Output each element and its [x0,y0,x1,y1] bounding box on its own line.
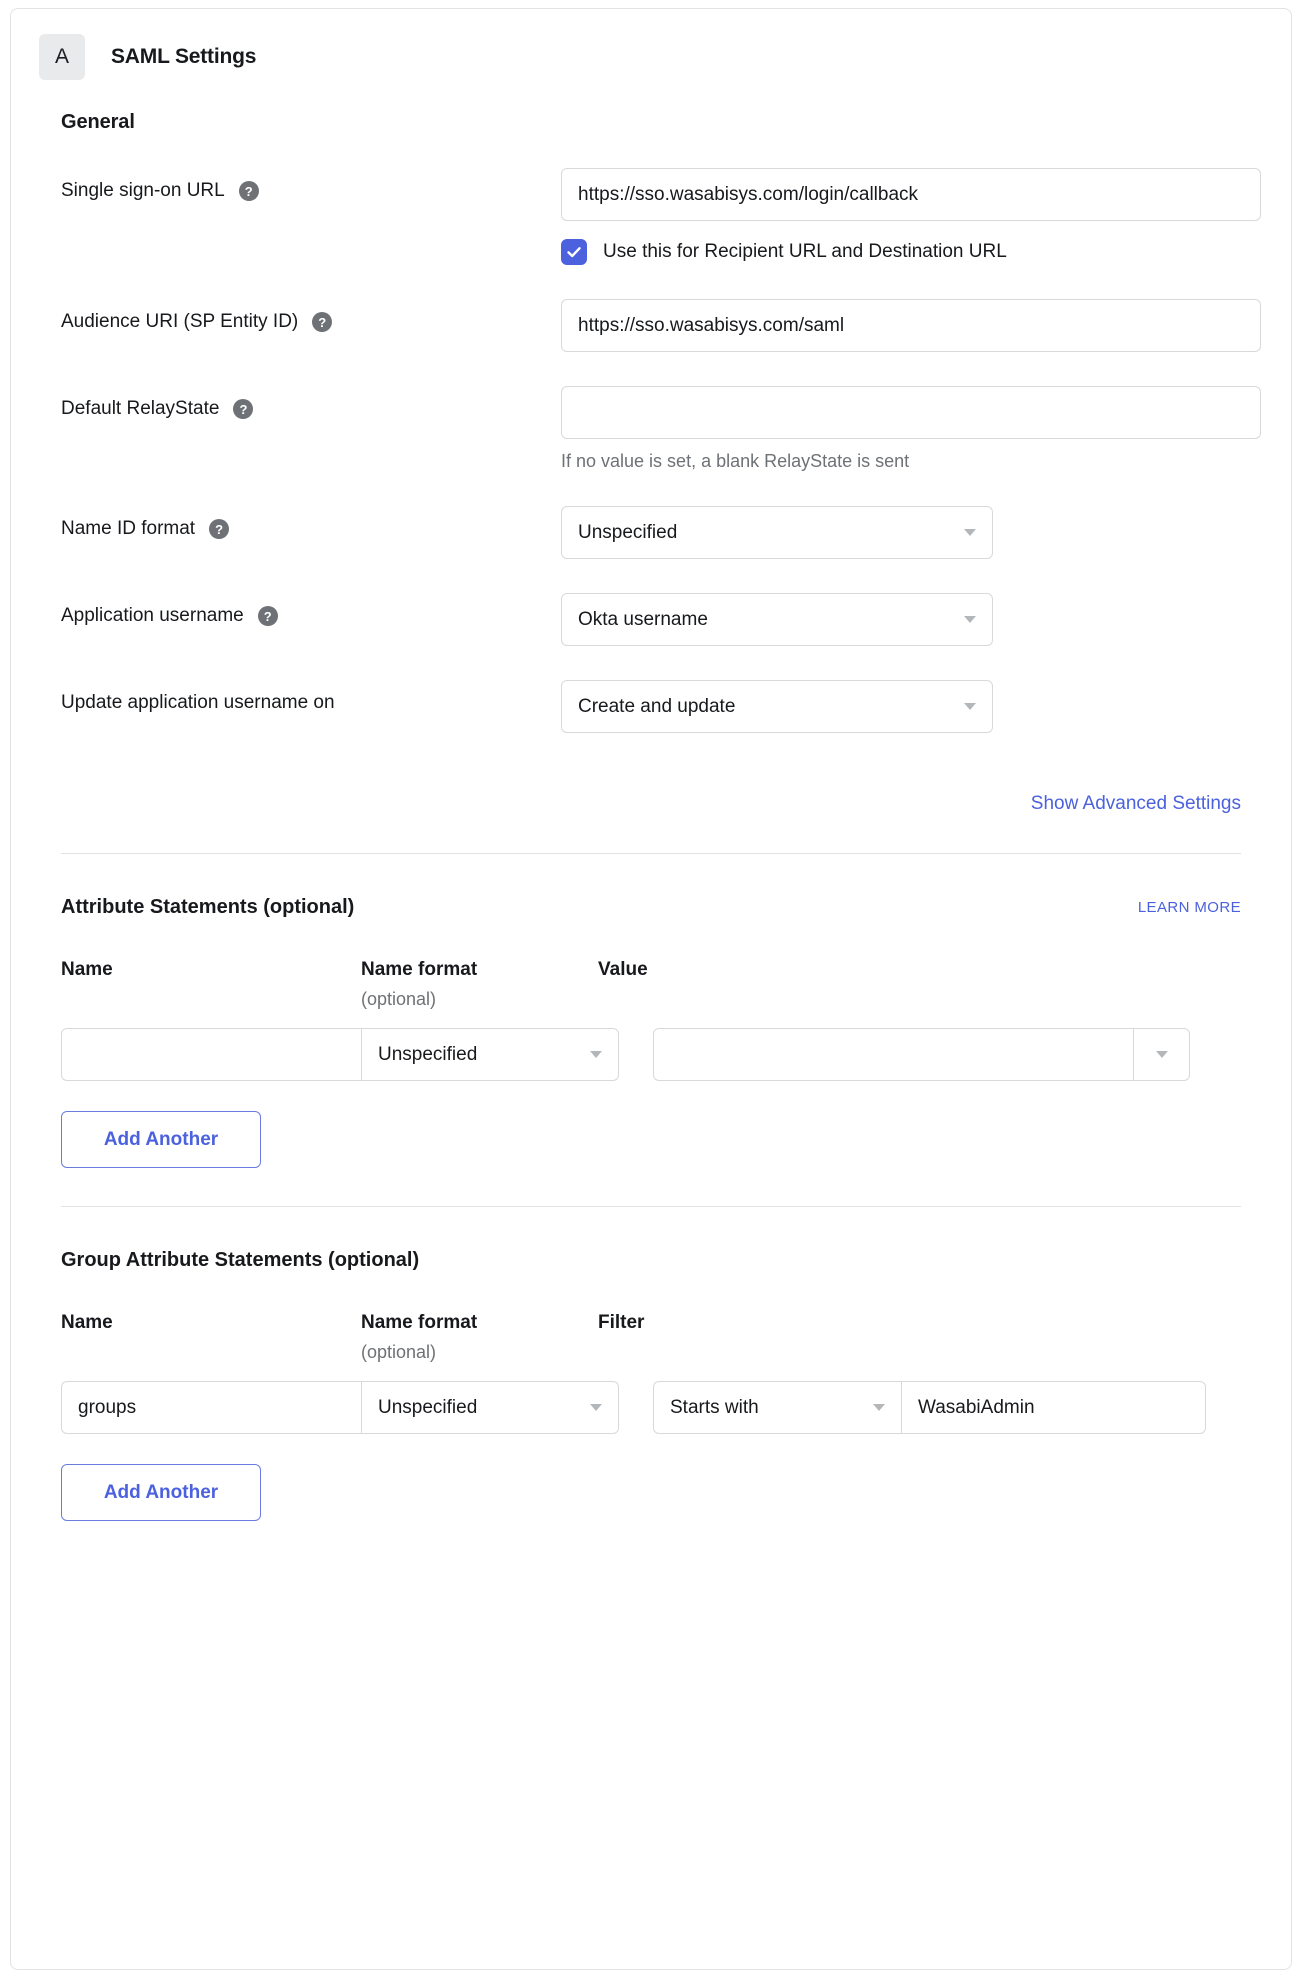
group-attribute-statement-row: Unspecified Starts with [61,1381,1241,1434]
name-id-format-control: Unspecified [561,506,1241,559]
audience-uri-label-group: Audience URI (SP Entity ID) ? [61,299,561,333]
application-username-label-group: Application username ? [61,593,561,627]
field-row-update-username-on: Update application username on Create an… [61,680,1241,733]
sso-url-label-group: Single sign-on URL ? [61,168,561,202]
group-filter-value-input[interactable] [901,1381,1206,1434]
application-username-control: Okta username [561,593,1241,646]
group-column-header-name: Name [61,1312,113,1333]
name-id-format-select[interactable]: Unspecified [561,506,993,559]
group-attribute-name-input[interactable] [61,1381,361,1434]
group-column-header-name-format-sub: (optional) [361,1342,437,1362]
default-relaystate-label-group: Default RelayState ? [61,386,561,420]
recipient-destination-checkbox[interactable] [561,239,587,265]
advanced-settings-wrap: Show Advanced Settings [61,793,1241,815]
question-mark-icon[interactable]: ? [257,606,278,626]
attribute-name-format-select[interactable]: Unspecified [361,1028,619,1081]
application-username-select[interactable]: Okta username [561,593,993,646]
default-relaystate-input[interactable] [561,386,1261,439]
saml-settings-card: A SAML Settings General Single sign-on U… [10,8,1292,1970]
chevron-down-icon [964,529,976,536]
chevron-down-icon [590,1051,602,1058]
attribute-name-input[interactable] [61,1028,361,1081]
show-advanced-settings-link[interactable]: Show Advanced Settings [1031,793,1241,815]
sso-url-label: Single sign-on URL [61,180,225,201]
card-body: General Single sign-on URL ? Us [11,111,1291,1521]
column-header-name: Name [61,959,113,980]
group-column-header-filter: Filter [598,1312,645,1333]
group-attribute-statements-title: Group Attribute Statements (optional) [61,1249,420,1271]
name-id-format-label: Name ID format [61,518,196,539]
chevron-down-icon [1155,1051,1168,1058]
update-username-on-control: Create and update [561,680,1241,733]
attribute-statements-title: Attribute Statements (optional) [61,896,355,918]
default-relaystate-hint: If no value is set, a blank RelayState i… [561,451,910,471]
group-column-header-name-format-text: Name format [361,1312,478,1333]
general-section-title: General [61,111,135,133]
group-attribute-name-format-selected-value: Unspecified [378,1396,478,1418]
default-relaystate-control: If no value is set, a blank RelayState i… [561,386,1261,472]
attribute-statement-row: Unspecified [61,1028,1241,1081]
attribute-statements-header: Attribute Statements (optional) LEARN MO… [61,896,1241,919]
question-mark-icon[interactable]: ? [209,519,230,539]
question-mark-icon[interactable]: ? [312,312,333,332]
attribute-statements-add-another-button[interactable]: Add Another [61,1111,261,1168]
question-mark-icon[interactable]: ? [238,181,259,201]
sso-url-input[interactable] [561,168,1261,221]
group-filter-type-select[interactable]: Starts with [653,1381,901,1434]
card-header: A SAML Settings [11,9,1291,81]
attribute-statements-column-headers: Name Name format (optional) Value [61,959,1241,1010]
attribute-value-group [653,1028,1190,1081]
group-column-header-name-format: Name format (optional) [361,1312,598,1363]
page-title: SAML Settings [111,45,257,68]
default-relaystate-label: Default RelayState [61,398,220,419]
saml-settings-page: A SAML Settings General Single sign-on U… [0,0,1302,1978]
audience-uri-control [561,299,1261,352]
field-row-audience-uri: Audience URI (SP Entity ID) ? [61,299,1261,352]
update-username-on-select[interactable]: Create and update [561,680,993,733]
group-attribute-statements-add-another-button[interactable]: Add Another [61,1464,261,1521]
field-row-name-id-format: Name ID format ? Unspecified [61,506,1241,559]
attribute-name-format-selected-value: Unspecified [378,1043,478,1065]
update-username-on-selected-value: Create and update [578,695,736,717]
field-row-application-username: Application username ? Okta username [61,593,1241,646]
attribute-value-input[interactable] [653,1028,1133,1081]
chevron-down-icon [590,1404,602,1411]
question-mark-icon[interactable]: ? [233,399,254,419]
attribute-statements-learn-more-link[interactable]: LEARN MORE [1138,899,1241,916]
attribute-value-dropdown-button[interactable] [1133,1028,1190,1081]
column-header-value: Value [598,959,648,980]
audience-uri-label: Audience URI (SP Entity ID) [61,311,299,332]
group-attribute-statements-column-headers: Name Name format (optional) Filter [61,1312,1241,1363]
section-divider [61,853,1241,854]
chevron-down-icon [964,703,976,710]
group-filter-group: Starts with [653,1381,1206,1434]
group-filter-type-selected-value: Starts with [670,1396,759,1418]
group-attribute-statements-header: Group Attribute Statements (optional) [61,1249,1241,1272]
column-header-name-format-sub: (optional) [361,989,437,1009]
application-username-selected-value: Okta username [578,608,708,630]
recipient-destination-checkbox-label: Use this for Recipient URL and Destinati… [603,241,1007,262]
app-logo-badge: A [39,34,85,80]
chevron-down-icon [964,616,976,623]
sso-url-control: Use this for Recipient URL and Destinati… [561,168,1261,265]
field-row-default-relaystate: Default RelayState ? If no value is set,… [61,386,1261,472]
name-id-format-label-group: Name ID format ? [61,506,561,540]
column-header-name-format: Name format (optional) [361,959,598,1010]
audience-uri-input[interactable] [561,299,1261,352]
application-username-label: Application username [61,605,244,626]
column-header-name-format-text: Name format [361,959,478,980]
name-id-format-selected-value: Unspecified [578,521,678,543]
update-username-on-label-group: Update application username on [61,680,561,714]
update-username-on-label: Update application username on [61,692,335,713]
section-divider-2 [61,1206,1241,1207]
recipient-destination-checkbox-row[interactable]: Use this for Recipient URL and Destinati… [561,239,1261,265]
field-row-sso-url: Single sign-on URL ? Use this for Recipi… [61,168,1261,265]
group-attribute-name-format-select[interactable]: Unspecified [361,1381,619,1434]
chevron-down-icon [873,1404,885,1411]
